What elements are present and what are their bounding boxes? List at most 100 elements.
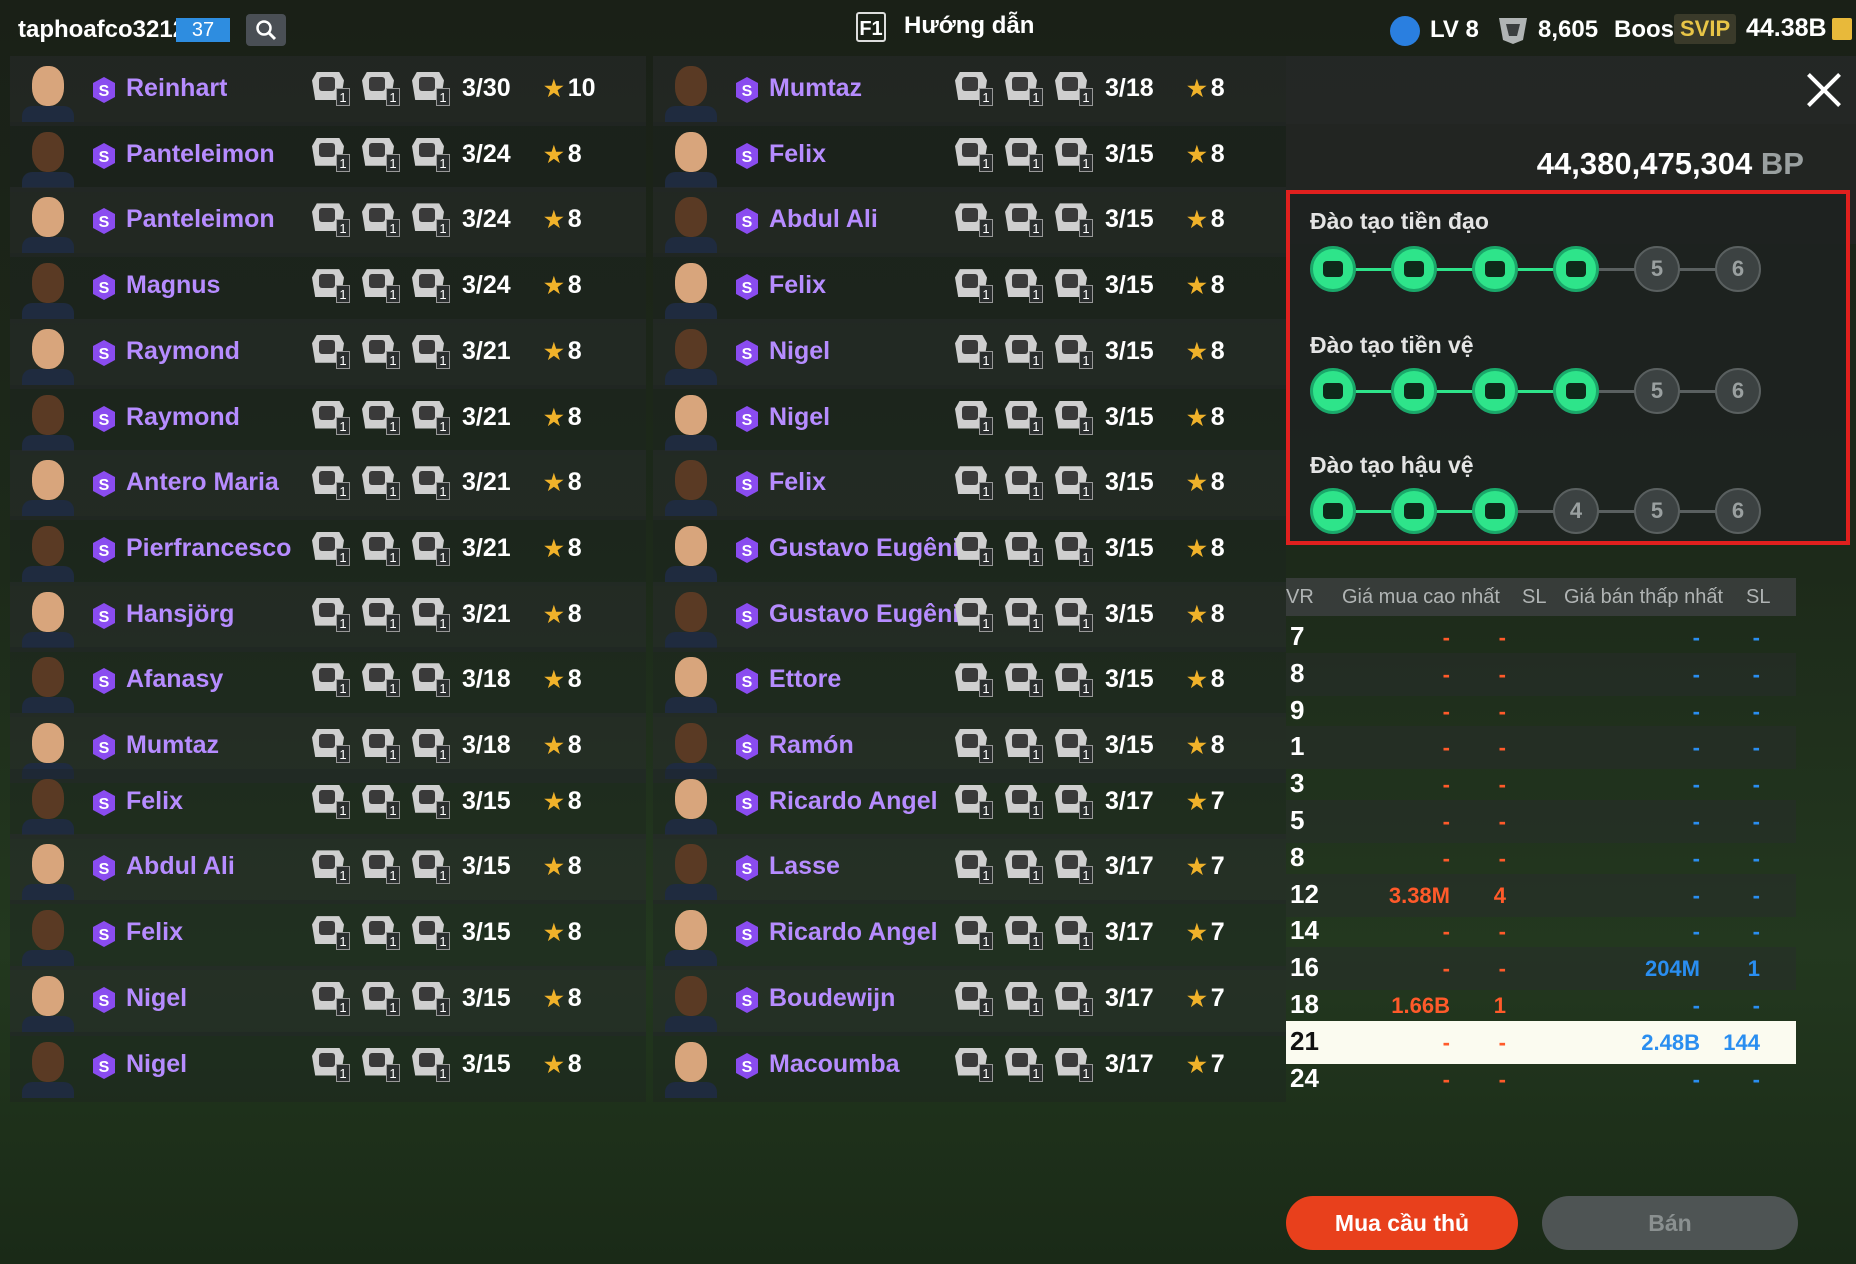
training-count: 3/15 (462, 918, 511, 947)
player-row[interactable]: S Felix 1 1 1 3/15 ★ 8 (10, 900, 646, 971)
guide-button[interactable]: Hướng dẫn (904, 12, 1034, 40)
training-item-qty: 1 (436, 350, 450, 369)
player-row[interactable]: S Panteleimon 1 1 1 3/24 ★ 8 (10, 187, 646, 258)
shirt-icon (22, 106, 74, 122)
star-rating: ★ 8 (544, 403, 582, 432)
sell-button[interactable]: Bán (1542, 1196, 1798, 1250)
player-name: Boudewijn (769, 983, 896, 1012)
player-row[interactable]: S Nigel 1 1 1 3/15 ★ 8 (653, 318, 1286, 389)
player-row[interactable]: S Gustavo Eugênio 1 1 1 3/15 ★ 8 (653, 515, 1286, 586)
training-item-icon: 1 (1003, 783, 1045, 821)
training-item-icon: 1 (1003, 661, 1045, 699)
player-row[interactable]: S Panteleimon 1 1 1 3/24 ★ 8 (10, 121, 646, 192)
training-step-completed-icon[interactable] (1472, 246, 1518, 292)
training-step-locked[interactable]: 4 (1553, 488, 1599, 534)
buy-player-button[interactable]: Mua cầu thủ (1286, 1196, 1518, 1250)
star-rating: ★ 8 (544, 984, 582, 1013)
player-row[interactable]: S Afanasy 1 1 1 3/18 ★ 8 (10, 647, 646, 718)
skill-glyph-icon (1566, 261, 1586, 277)
training-step-completed-icon[interactable] (1310, 488, 1356, 534)
training-step-completed-icon[interactable] (1391, 368, 1437, 414)
training-item-icon: 1 (310, 201, 352, 239)
player-row[interactable]: S Boudewijn 1 1 1 3/17 ★ 7 (653, 965, 1286, 1036)
training-item-icon: 1 (1053, 596, 1095, 634)
market-sell-qty: - (1752, 882, 1760, 908)
shirt-icon (22, 500, 74, 517)
player-row[interactable]: S Felix 1 1 1 3/15 ★ 8 (10, 768, 646, 839)
training-step-completed-icon[interactable] (1472, 488, 1518, 534)
player-row[interactable]: S Raymond 1 1 1 3/21 ★ 8 (10, 384, 646, 455)
player-row[interactable]: S Nigel 1 1 1 3/15 ★ 8 (653, 384, 1286, 455)
player-name: Felix (769, 468, 826, 497)
player-row[interactable]: S Ettore 1 1 1 3/15 ★ 8 (653, 647, 1286, 718)
training-step-locked[interactable]: 5 (1634, 246, 1680, 292)
player-row[interactable]: S Lasse 1 1 1 3/17 ★ 7 (653, 834, 1286, 905)
boost-label[interactable]: Boost (1614, 16, 1682, 44)
player-row[interactable]: S Felix 1 1 1 3/15 ★ 8 (653, 121, 1286, 192)
player-row[interactable]: S Nigel 1 1 1 3/15 ★ 8 (10, 1031, 646, 1102)
training-step-locked[interactable]: 5 (1634, 488, 1680, 534)
face-icon (675, 394, 707, 435)
market-ovr: 9 (1290, 694, 1305, 725)
training-icons: 1 1 1 (953, 783, 1095, 821)
market-ovr: 3 (1290, 768, 1305, 799)
shirt-icon (665, 434, 717, 451)
training-step-completed-icon[interactable] (1553, 368, 1599, 414)
skill-glyph-icon (1485, 261, 1505, 277)
training-item-icon: 1 (360, 267, 402, 305)
training-step-locked[interactable]: 6 (1715, 368, 1761, 414)
player-row[interactable]: S Macoumba 1 1 1 3/17 ★ 7 (653, 1031, 1286, 1102)
season-badge-icon: S (736, 142, 758, 169)
training-item-icon: 1 (1053, 783, 1095, 821)
market-min-sell: - (1692, 625, 1700, 650)
track-connector (1512, 268, 1559, 271)
player-row[interactable]: S Abdul Ali 1 1 1 3/15 ★ 8 (653, 187, 1286, 258)
market-sell-qty: 1 (1747, 956, 1760, 982)
player-row[interactable]: S Reinhart 1 1 1 3/30 ★ 10 (10, 56, 646, 126)
player-avatar (663, 1036, 719, 1098)
player-row[interactable]: S Magnus 1 1 1 3/24 ★ 8 (10, 253, 646, 324)
training-count: 3/21 (462, 402, 511, 431)
search-button[interactable] (246, 14, 286, 46)
player-row[interactable]: S Ricardo Angel 1 1 1 3/17 ★ 7 (653, 768, 1286, 839)
training-step-locked[interactable]: 6 (1715, 246, 1761, 292)
player-row[interactable]: S Felix 1 1 1 3/15 ★ 8 (653, 450, 1286, 521)
market-sell-qty: - (1752, 809, 1760, 834)
face-icon (675, 66, 707, 106)
player-row[interactable]: S Nigel 1 1 1 3/15 ★ 8 (10, 965, 646, 1036)
training-step-completed-icon[interactable] (1310, 368, 1356, 414)
market-max-buy: - (1442, 735, 1450, 761)
training-item-icon: 1 (310, 1046, 352, 1084)
svip-badge[interactable]: SVIP (1674, 14, 1737, 44)
player-row[interactable]: S Felix 1 1 1 3/15 ★ 8 (653, 253, 1286, 324)
training-step-completed-icon[interactable] (1391, 488, 1437, 534)
shirt-icon (22, 171, 74, 188)
player-row[interactable]: S Mumtaz 1 1 1 3/18 ★ 8 (653, 56, 1286, 126)
training-step-completed-icon[interactable] (1391, 246, 1437, 292)
training-item-icon: 1 (410, 464, 452, 502)
svg-text:S: S (99, 796, 110, 813)
player-row[interactable]: S Abdul Ali 1 1 1 3/15 ★ 8 (10, 834, 646, 905)
svg-text:S: S (742, 477, 753, 494)
face-icon (675, 778, 707, 819)
guide-hotkey[interactable]: F1 (856, 12, 886, 42)
training-step-completed-icon[interactable] (1553, 246, 1599, 292)
training-step-locked[interactable]: 6 (1715, 488, 1761, 534)
face-icon (32, 723, 64, 763)
player-row[interactable]: S Ricardo Angel 1 1 1 3/17 ★ 7 (653, 900, 1286, 971)
skill-glyph-icon (1485, 503, 1505, 519)
player-row[interactable]: S Antero Maria 1 1 1 3/21 ★ 8 (10, 450, 646, 521)
close-icon[interactable] (1800, 66, 1848, 114)
training-step-completed-icon[interactable] (1472, 368, 1518, 414)
training-step-locked[interactable]: 5 (1634, 368, 1680, 414)
player-row[interactable]: S Hansjörg 1 1 1 3/21 ★ 8 (10, 581, 646, 652)
market-row[interactable]: 24 - - - - (1286, 1058, 1796, 1101)
player-row[interactable]: S Pierfrancesco 1 1 1 3/21 ★ 8 (10, 515, 646, 586)
market-sell-qty: - (1752, 661, 1760, 687)
player-row[interactable]: S Gustavo Eugênio 1 1 1 3/15 ★ 8 (653, 581, 1286, 652)
training-step-completed-icon[interactable] (1310, 246, 1356, 292)
search-icon (256, 20, 277, 41)
player-row[interactable]: S Raymond 1 1 1 3/21 ★ 8 (10, 318, 646, 389)
player-avatar (663, 970, 719, 1032)
training-count: 3/15 (1105, 468, 1154, 497)
